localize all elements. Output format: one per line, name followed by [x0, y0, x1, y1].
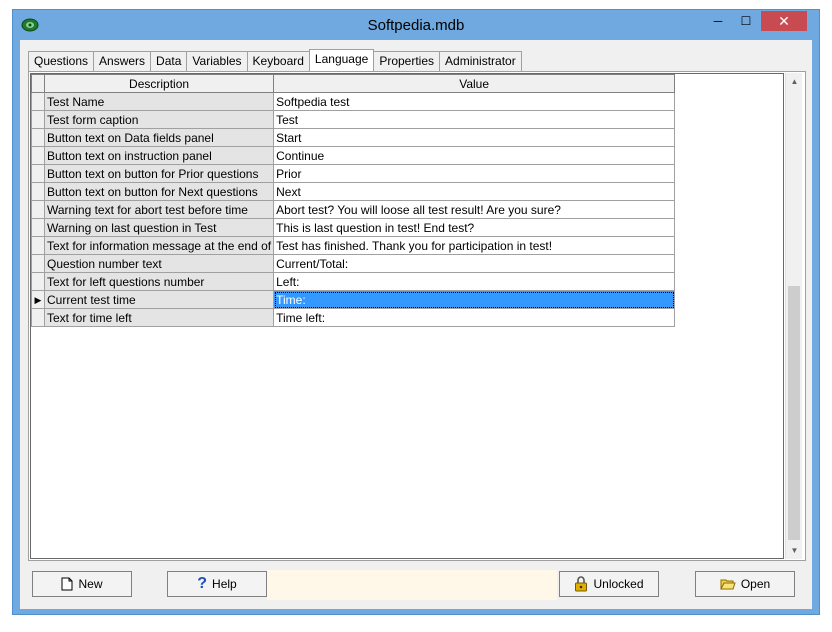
row-indicator-cell[interactable] [31, 254, 45, 273]
tab-strip: Questions Answers Data Variables Keyboard Lan… [28, 49, 522, 71]
value-cell[interactable]: Next [273, 182, 676, 201]
table-row[interactable]: Text for time left Time left: [31, 308, 676, 327]
column-header-value[interactable]: Value [273, 74, 676, 93]
row-indicator-cell[interactable] [31, 110, 45, 129]
table-row[interactable]: Button text on Data fields panel Start [31, 128, 676, 147]
row-indicator-cell[interactable] [31, 164, 45, 183]
status-area [267, 570, 557, 600]
description-cell: Test form caption [43, 110, 275, 129]
minimize-icon: ─ [713, 14, 723, 28]
tab-answers[interactable]: Answers [93, 51, 152, 71]
description-cell: Warning on last question in Test [43, 218, 275, 237]
help-button[interactable]: ? Help [167, 571, 267, 597]
close-icon: ✕ [778, 12, 790, 29]
app-window: Softpedia.mdb ─ ☐ ✕ Questions Answers Data… [12, 9, 820, 615]
open-button-label: Open [740, 577, 771, 591]
table-row[interactable]: Test form caption Test [31, 110, 676, 129]
row-indicator-cell[interactable] [31, 92, 45, 111]
description-cell: Button text on button for Prior question… [43, 164, 275, 183]
row-indicator-cell[interactable] [31, 308, 45, 327]
description-cell: Button text on instruction panel [43, 146, 275, 165]
table-row[interactable]: Test Name Softpedia test [31, 92, 676, 111]
row-indicator-cell[interactable]: ▶ [31, 290, 45, 309]
row-indicator-cell[interactable] [31, 182, 45, 201]
row-indicator-cell[interactable] [31, 128, 45, 147]
description-cell: Button text on button for Next questions [43, 182, 275, 201]
close-button[interactable]: ✕ [761, 11, 807, 31]
description-cell: Button text on Data fields panel [43, 128, 275, 147]
unlocked-button[interactable]: Unlocked [559, 571, 659, 597]
description-cell: Text for left questions number [43, 272, 275, 291]
tab-variables[interactable]: Variables [186, 51, 248, 71]
tab-questions[interactable]: Questions [28, 51, 95, 71]
table-row[interactable]: Button text on instruction panel Continue [31, 146, 676, 165]
table-row[interactable]: Button text on button for Next questions… [31, 182, 676, 201]
language-panel: Description Value Test Name Softpedia tes… [28, 71, 806, 561]
title-bar[interactable]: Softpedia.mdb ─ ☐ ✕ [13, 10, 819, 40]
minimize-button[interactable]: ─ [705, 11, 731, 31]
padlock-icon [575, 576, 588, 592]
grid-table: Description Value Test Name Softpedia tes… [31, 74, 676, 327]
value-cell[interactable]: Prior [273, 164, 676, 183]
current-row-arrow-icon: ▶ [34, 294, 42, 305]
description-cell: Warning text for abort test before time [43, 200, 275, 219]
question-mark-icon: ? [197, 575, 208, 592]
button-bar: New ? Help Unlocked Open [32, 570, 802, 602]
table-row[interactable]: Question number text Current/Total: [31, 254, 676, 273]
value-cell[interactable]: Softpedia test [273, 92, 676, 111]
maximize-icon: ☐ [740, 14, 752, 28]
help-button-label: Help [212, 577, 237, 591]
maximize-button[interactable]: ☐ [733, 11, 759, 31]
unlocked-button-label: Unlocked [593, 577, 644, 591]
row-indicator-cell[interactable] [31, 146, 45, 165]
value-cell[interactable]: Test [273, 110, 676, 129]
table-row[interactable]: Button text on button for Prior question… [31, 164, 676, 183]
scroll-thumb[interactable] [788, 286, 800, 540]
vertical-scrollbar[interactable]: ▲ ▼ [785, 73, 802, 559]
value-cell[interactable]: Left: [273, 272, 676, 291]
open-button[interactable]: Open [695, 571, 795, 597]
new-button[interactable]: New [32, 571, 132, 597]
table-row[interactable]: ▶ Current test time Time: [31, 290, 676, 309]
value-cell[interactable]: Test has finished. Thank you for partici… [273, 236, 676, 255]
tab-administrator[interactable]: Administrator [439, 51, 522, 71]
grid-header-row: Description Value [31, 74, 676, 93]
description-cell: Question number text [43, 254, 275, 273]
new-document-icon [61, 577, 73, 591]
description-cell: Test Name [43, 92, 275, 111]
row-indicator-cell[interactable] [31, 218, 45, 237]
description-cell: Text for time left [43, 308, 275, 327]
client-area: Questions Answers Data Variables Keyboard Lan… [20, 40, 812, 609]
tab-properties[interactable]: Properties [373, 51, 441, 71]
column-header-description[interactable]: Description [43, 74, 275, 93]
value-cell[interactable]: Continue [273, 146, 676, 165]
row-indicator-cell[interactable] [31, 272, 45, 291]
table-row[interactable]: Warning on last question in Test This is … [31, 218, 676, 237]
value-cell[interactable]: Start [273, 128, 676, 147]
table-row[interactable]: Text for information message at the end … [31, 236, 676, 255]
tab-keyboard[interactable]: Keyboard [246, 51, 310, 71]
table-row[interactable]: Text for left questions number Left: [31, 272, 676, 291]
value-cell[interactable]: Current/Total: [273, 254, 676, 273]
scroll-down-icon[interactable]: ▼ [786, 542, 803, 559]
row-indicator-cell[interactable] [31, 200, 45, 219]
table-row[interactable]: Warning text for abort test before time A… [31, 200, 676, 219]
value-cell[interactable]: This is last question in test! End test? [273, 218, 676, 237]
value-cell[interactable]: Time left: [273, 308, 676, 327]
window-title: Softpedia.mdb [367, 17, 465, 34]
new-button-label: New [78, 577, 103, 591]
scroll-up-icon[interactable]: ▲ [786, 73, 803, 90]
value-cell[interactable]: Time: [273, 290, 676, 309]
description-cell: Text for information message at the end … [43, 236, 275, 255]
tab-language[interactable]: Language [308, 49, 375, 71]
row-indicator-cell[interactable] [31, 236, 45, 255]
value-cell[interactable]: Abort test? You will loose all test resu… [273, 200, 676, 219]
description-cell: Current test time [43, 290, 275, 309]
header-indicator-cell [31, 74, 45, 93]
language-grid[interactable]: Description Value Test Name Softpedia tes… [30, 73, 784, 559]
open-folder-icon [720, 579, 736, 590]
tab-data[interactable]: Data [150, 51, 188, 71]
